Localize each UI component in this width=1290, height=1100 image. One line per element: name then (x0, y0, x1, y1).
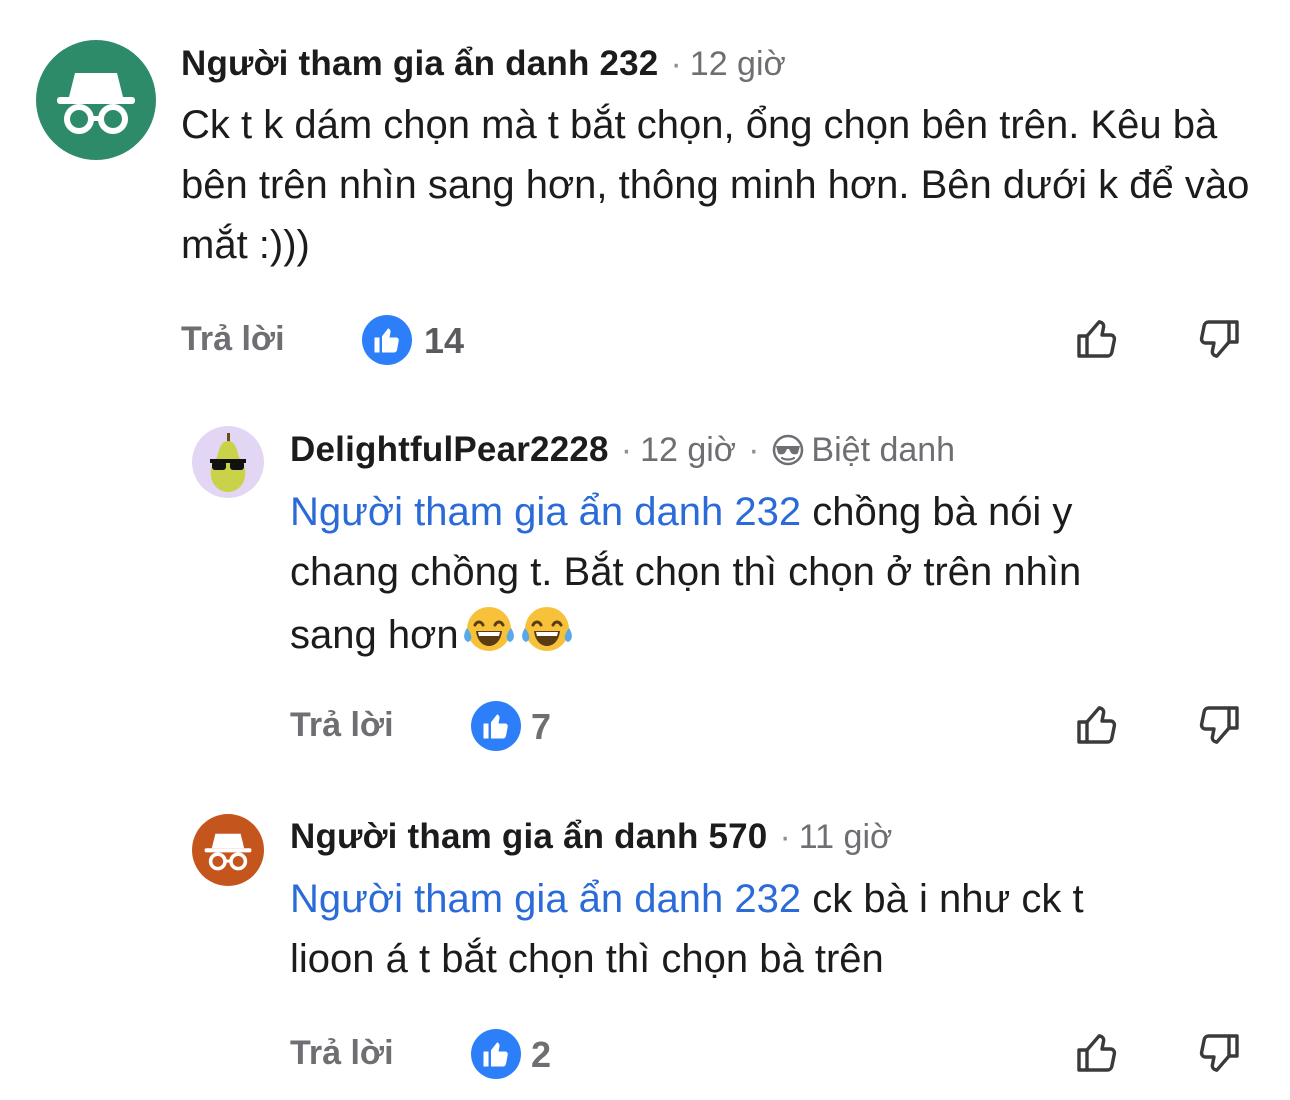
like-badge (471, 1029, 521, 1079)
separator: · (779, 817, 791, 856)
like-count: 2 (531, 1034, 552, 1075)
text-line: Người tham gia ẩn danh 232 ck bà i như c… (290, 869, 1250, 929)
upvote-button[interactable] (1072, 1027, 1124, 1079)
timestamp: 11 giờ (798, 817, 893, 856)
thumbs-down-outline-icon (1199, 1034, 1239, 1072)
text-segment: ck bà i như ck t (801, 877, 1084, 921)
reply-button[interactable]: Trả lời (290, 1034, 394, 1073)
author-name[interactable]: Người tham gia ẩn danh 570 (290, 817, 767, 857)
incognito-icon (204, 833, 252, 871)
thumbs-up-icon (483, 1042, 508, 1067)
comment-header: Người tham gia ẩn danh 570 · 11 giờ (290, 817, 892, 857)
comment-text: Người tham gia ẩn danh 232 ck bà i như c… (290, 869, 1250, 989)
text-line: lioon á t bắt chọn thì chọn bà trên (290, 937, 884, 981)
downvote-button[interactable] (1192, 1027, 1244, 1079)
comment-3: Người tham gia ẩn danh 570 · 11 giờ Ngườ… (0, 0, 1290, 1100)
avatar[interactable] (192, 814, 264, 886)
thumbs-up-outline-icon (1077, 1034, 1117, 1072)
mention-link[interactable]: Người tham gia ẩn danh 232 (290, 877, 801, 921)
